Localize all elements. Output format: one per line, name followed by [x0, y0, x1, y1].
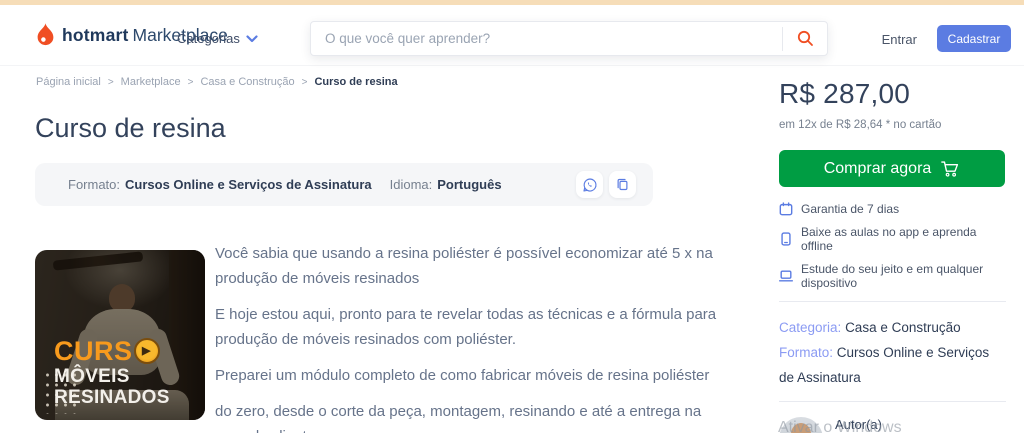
copy-icon	[617, 178, 628, 191]
divider	[779, 301, 1006, 302]
benefit-text: Estude do seu jeito e em qualquer dispos…	[801, 262, 984, 290]
breadcrumb-link-home[interactable]: Página inicial	[36, 76, 101, 88]
description-paragraph: E hoje estou aqui, pronto para te revela…	[215, 306, 717, 348]
benefit-list: Garantia de 7 dias Baixe as aulas no app…	[779, 202, 1006, 290]
installments-note: em 12x de R$ 28,64 * no cartão	[779, 119, 942, 131]
signup-button[interactable]: Cadastrar	[937, 25, 1011, 52]
play-button-icon: ▶	[133, 338, 160, 364]
search-icon	[797, 30, 813, 46]
breadcrumb-link-marketplace[interactable]: Marketplace	[121, 76, 181, 88]
description-paragraph: do zero, desde o corte da peça, montagem…	[215, 403, 702, 433]
whatsapp-icon	[582, 177, 597, 192]
product-description: Você sabia que usando a resina poliéster…	[215, 241, 720, 433]
cover-text: CURS ▶ MÔVEIS RESINADOS	[35, 336, 205, 408]
cover-title-line1: CURS ▶	[54, 336, 205, 366]
calendar-icon	[779, 202, 793, 216]
breadcrumb-separator: >	[301, 76, 308, 88]
purchase-sidebar: R$ 287,00 em 12x de R$ 28,64 * no cartão…	[779, 78, 1006, 433]
search-bar	[310, 21, 828, 56]
price: R$ 287,00	[779, 78, 911, 109]
benefit-item-guarantee: Garantia de 7 dias	[779, 202, 1006, 216]
breadcrumb-current: Curso de resina	[314, 76, 398, 88]
breadcrumb-separator: >	[187, 76, 194, 88]
page-title: Curso de resina	[35, 113, 226, 143]
login-link[interactable]: Entrar	[882, 32, 917, 47]
product-meta-bar: Formato: Cursos Online e Serviços de Ass…	[35, 163, 653, 206]
format-line: Formato: Cursos Online e Serviços de Ass…	[779, 340, 1006, 390]
categories-menu[interactable]: Categorias	[177, 31, 258, 46]
share-whatsapp-button[interactable]	[576, 171, 603, 198]
hotmart-flame-icon	[37, 23, 54, 46]
cover-curso-text: CURS	[54, 336, 133, 366]
language-label: Idioma:	[389, 177, 433, 192]
chevron-down-icon	[246, 34, 258, 42]
page: hotmart Marketplace Categorias Entrar Ca…	[0, 0, 1024, 433]
laptop-icon	[779, 270, 793, 282]
smartphone-icon	[781, 232, 791, 246]
benefit-item-offline: Baixe as aulas no app e aprenda offline	[779, 225, 1006, 253]
product-cover-image: CURS ▶ MÔVEIS RESINADOS	[35, 250, 205, 420]
cover-title-line3: RESINADOS	[54, 387, 170, 408]
benefit-text: Garantia de 7 dias	[801, 202, 900, 216]
breadcrumb-separator: >	[107, 76, 114, 88]
benefit-text: Baixe as aulas no app e aprenda offline	[801, 225, 977, 253]
brand-name: hotmart	[62, 24, 129, 45]
buy-button[interactable]: Comprar agora	[779, 150, 1005, 187]
category-format-block: Categoria: Casa e Construção Formato: Cu…	[779, 315, 1006, 390]
category-value: Casa e Construção	[845, 320, 961, 335]
header: hotmart Marketplace Categorias Entrar Ca…	[0, 5, 1024, 66]
format-value: Cursos Online e Serviços de Assinatura	[125, 177, 372, 192]
description-paragraph: Você sabia que usando a resina poliéster…	[215, 245, 713, 287]
search-input[interactable]	[311, 22, 782, 55]
buy-button-label: Comprar agora	[823, 159, 932, 177]
language-value: Português	[437, 177, 502, 192]
divider	[779, 401, 1006, 402]
cart-icon	[941, 160, 959, 177]
description-paragraph: Preparei um módulo completo de como fabr…	[215, 367, 710, 384]
breadcrumb: Página inicial > Marketplace > Casa e Co…	[36, 76, 398, 88]
category-line: Categoria: Casa e Construção	[779, 315, 1006, 340]
benefit-item-devices: Estude do seu jeito e em qualquer dispos…	[779, 262, 1006, 290]
format-label: Formato:	[68, 177, 121, 192]
search-button[interactable]	[783, 22, 827, 55]
windows-activation-watermark: Ativar o Windows	[778, 419, 902, 433]
categories-label: Categorias	[177, 31, 240, 46]
format-label-link[interactable]: Formato:	[779, 345, 833, 360]
breadcrumb-link-category[interactable]: Casa e Construção	[200, 76, 294, 88]
cover-title-line2: MÔVEIS	[54, 366, 130, 387]
category-label-link[interactable]: Categoria:	[779, 320, 841, 335]
copy-link-button[interactable]	[609, 171, 636, 198]
